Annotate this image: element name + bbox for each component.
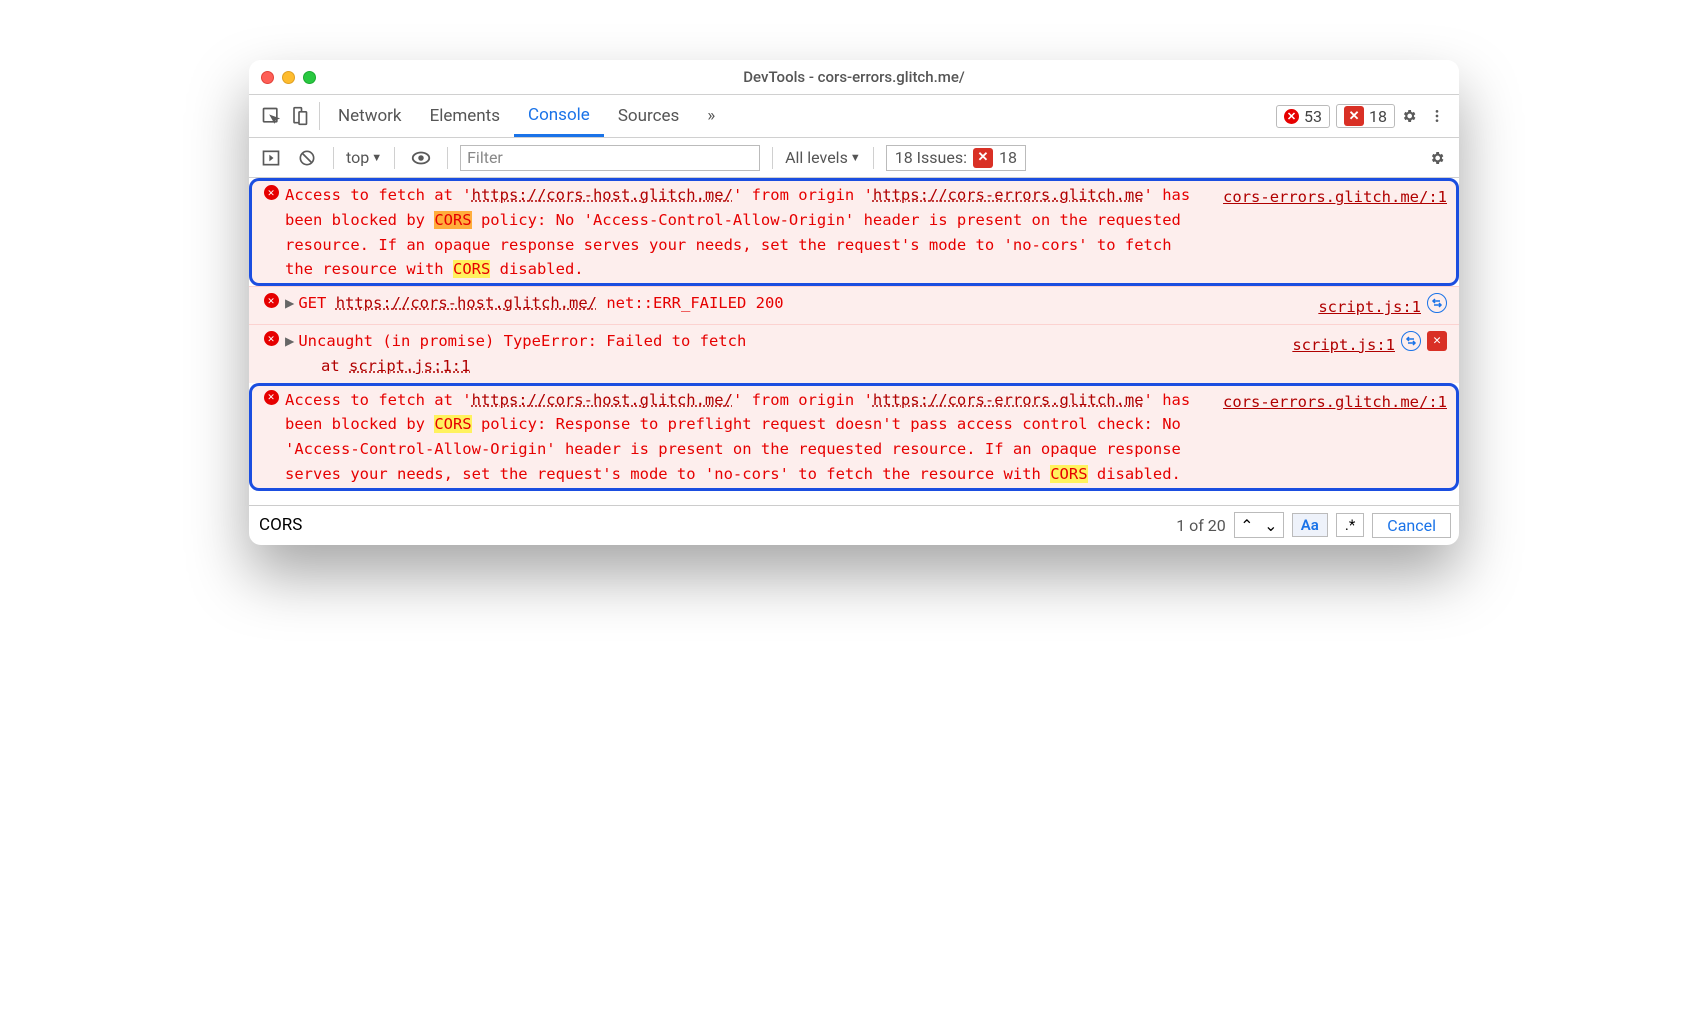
search-match: CORS: [1050, 465, 1087, 483]
devtools-window: DevTools - cors-errors.glitch.me/ Networ…: [249, 60, 1459, 545]
search-match: CORS: [434, 415, 471, 433]
console-settings-icon[interactable]: [1423, 144, 1451, 172]
error-icon: ✕: [264, 185, 279, 200]
filter-input[interactable]: Filter: [460, 145, 760, 171]
search-prev[interactable]: ⌃: [1235, 513, 1259, 537]
error-count-badge[interactable]: ✕ 53: [1276, 105, 1330, 128]
window-title: DevTools - cors-errors.glitch.me/: [249, 68, 1459, 86]
error-icon: ✕: [264, 390, 279, 405]
replay-icon[interactable]: [1401, 331, 1421, 351]
titlebar: DevTools - cors-errors.glitch.me/: [249, 60, 1459, 94]
error-icon: ✕: [1284, 109, 1299, 124]
issue-icon: ✕: [973, 148, 993, 168]
console-error[interactable]: ✕ ▶Uncaught (in promise) TypeError: Fail…: [249, 324, 1459, 383]
url-link[interactable]: https://cors-host.glitch.me/: [472, 391, 733, 409]
search-next[interactable]: ⌄: [1259, 513, 1283, 537]
levels-selector[interactable]: All levels ▼: [785, 148, 861, 167]
expand-icon[interactable]: ▶: [285, 332, 294, 350]
expand-icon[interactable]: ▶: [285, 294, 294, 312]
issues-summary[interactable]: 18 Issues: ✕ 18: [886, 145, 1026, 171]
live-expression-icon[interactable]: [407, 144, 435, 172]
console-error[interactable]: ✕ ▶GET https://cors-host.glitch.me/ net:…: [249, 286, 1459, 324]
search-match-current: CORS: [434, 211, 471, 229]
tabs-overflow[interactable]: »: [693, 95, 729, 137]
url-link[interactable]: https://cors-host.glitch.me/: [336, 294, 597, 312]
issue-count-badge[interactable]: ✕ 18: [1336, 104, 1395, 128]
context-selector[interactable]: top ▼: [346, 148, 382, 167]
console-error[interactable]: ✕ Access to fetch at 'https://cors-host.…: [249, 383, 1459, 491]
search-nav: ⌃ ⌄: [1234, 512, 1284, 538]
url-link[interactable]: https://cors-errors.glitch.me: [873, 391, 1144, 409]
tab-elements[interactable]: Elements: [416, 95, 514, 137]
url-link[interactable]: https://cors-errors.glitch.me: [873, 186, 1144, 204]
source-link[interactable]: cors-errors.glitch.me/:1: [1215, 183, 1447, 282]
tab-network[interactable]: Network: [324, 95, 416, 137]
tab-console[interactable]: Console: [514, 95, 604, 137]
main-tabs: Network Elements Console Sources » ✕ 53 …: [249, 94, 1459, 138]
issue-count: 18: [1369, 107, 1387, 126]
regex-button[interactable]: .*: [1336, 513, 1364, 537]
source-link[interactable]: script.js:1: [1310, 293, 1421, 320]
console-error[interactable]: ✕ Access to fetch at 'https://cors-host.…: [249, 178, 1459, 286]
search-bar: 1 of 20 ⌃ ⌄ Aa .* Cancel: [249, 505, 1459, 545]
console-toolbar: top ▼ Filter All levels ▼ 18 Issues: ✕ 1…: [249, 138, 1459, 178]
search-input[interactable]: [257, 511, 1168, 539]
kebab-icon[interactable]: [1423, 102, 1451, 130]
error-icon: ✕: [264, 331, 279, 346]
error-icon: ✕: [264, 293, 279, 308]
search-match: CORS: [453, 260, 490, 278]
source-link[interactable]: cors-errors.glitch.me/:1: [1215, 388, 1447, 487]
cancel-button[interactable]: Cancel: [1372, 513, 1451, 538]
issue-icon: ✕: [1344, 106, 1364, 126]
settings-icon[interactable]: [1395, 102, 1423, 130]
source-link[interactable]: script.js:1: [1284, 331, 1395, 358]
sidebar-toggle-icon[interactable]: [257, 144, 285, 172]
match-case-button[interactable]: Aa: [1292, 513, 1328, 537]
clear-console-icon[interactable]: [293, 144, 321, 172]
search-count: 1 of 20: [1176, 516, 1226, 535]
replay-icon[interactable]: [1427, 293, 1447, 313]
inspect-icon[interactable]: [257, 102, 285, 130]
device-icon[interactable]: [285, 102, 313, 130]
issue-icon[interactable]: ✕: [1427, 331, 1447, 351]
source-link[interactable]: script.js:1:1: [349, 357, 470, 375]
error-count: 53: [1304, 107, 1322, 126]
url-link[interactable]: https://cors-host.glitch.me/: [472, 186, 733, 204]
console-messages: ✕ Access to fetch at 'https://cors-host.…: [249, 178, 1459, 505]
tab-sources[interactable]: Sources: [604, 95, 693, 137]
